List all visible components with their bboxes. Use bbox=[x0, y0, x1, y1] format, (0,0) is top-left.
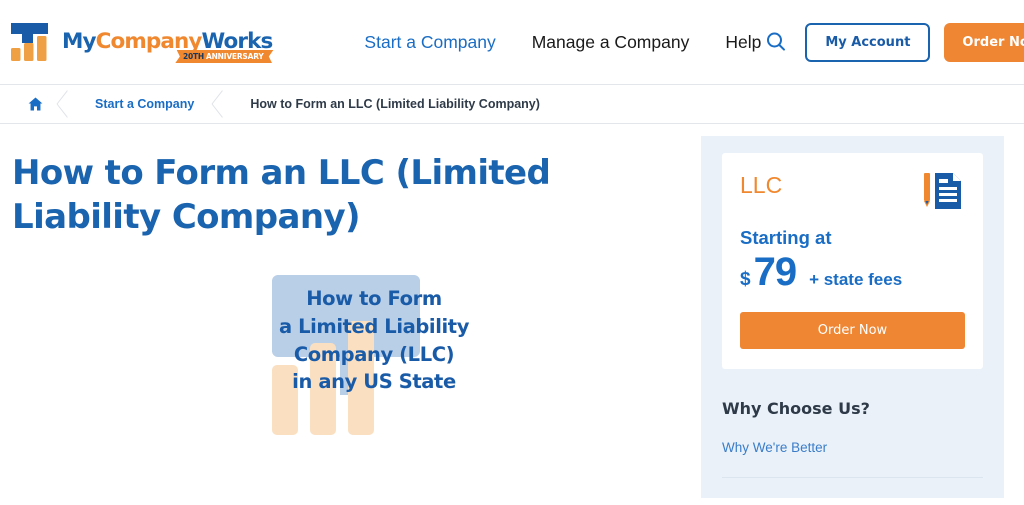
search-button[interactable] bbox=[761, 27, 791, 57]
breadcrumb-link[interactable]: Start a Company bbox=[95, 97, 194, 111]
breadcrumb-item-start-a-company[interactable]: Start a Company bbox=[81, 85, 210, 123]
document-pencil-icon bbox=[924, 173, 961, 209]
ribbon-years: 20TH bbox=[182, 52, 204, 61]
breadcrumb: Start a Company How to Form an LLC (Limi… bbox=[0, 84, 1024, 124]
header-actions: My Account Order Now bbox=[761, 22, 1024, 62]
why-choose-us-heading: Why Choose Us? bbox=[722, 398, 870, 418]
hero-line-2: a Limited Liability bbox=[278, 315, 470, 339]
price-card: LLC Starting at $ 79 + state fees Order … bbox=[722, 153, 983, 369]
logo-word-my: My bbox=[62, 29, 97, 55]
search-icon bbox=[767, 32, 786, 51]
bar-chart-logo-mark bbox=[11, 23, 48, 61]
price-card-header: LLC bbox=[740, 169, 965, 213]
sidebar-divider bbox=[722, 476, 983, 478]
anniversary-ribbon: 20TH ANNIVERSARY bbox=[175, 50, 273, 63]
hero-line-3: Company (LLC) bbox=[293, 342, 455, 366]
my-account-button[interactable]: My Account bbox=[805, 22, 931, 62]
breadcrumb-item-current: How to Form an LLC (Limited Liability Co… bbox=[250, 97, 540, 111]
home-icon bbox=[28, 97, 43, 111]
starting-at-label: Starting at bbox=[740, 227, 832, 248]
hero-illustration: How to Form a Limited Liability Company … bbox=[244, 273, 504, 443]
sidebar: LLC Starting at $ 79 + state fees Order … bbox=[701, 136, 1004, 498]
breadcrumb-separator bbox=[210, 85, 236, 123]
hero-text: How to Form a Limited Liability Company … bbox=[244, 273, 504, 443]
page-title: How to Form an LLC (Limited Liability Co… bbox=[12, 153, 551, 238]
currency-symbol: $ bbox=[740, 268, 751, 290]
site-header: MyCompanyWorks 20TH ANNIVERSARY Start a … bbox=[0, 0, 1024, 84]
price-amount: 79 bbox=[753, 249, 797, 294]
state-fees-note: + state fees bbox=[809, 269, 903, 289]
logo-wordmark: MyCompanyWorks 20TH ANNIVERSARY bbox=[62, 29, 273, 55]
main-navigation: Start a Company Manage a Company Help bbox=[364, 32, 761, 53]
order-now-button-header[interactable]: Order Now bbox=[944, 22, 1024, 62]
nav-item-help[interactable]: Help bbox=[725, 32, 761, 53]
why-were-better-link[interactable]: Why We're Better bbox=[722, 440, 983, 455]
price-row: $ 79 + state fees bbox=[740, 252, 965, 292]
hero-line-4: in any US State bbox=[292, 370, 456, 394]
site-logo[interactable]: MyCompanyWorks 20TH ANNIVERSARY bbox=[10, 21, 273, 63]
page-body: How to Form an LLC (Limited Liability Co… bbox=[0, 124, 1024, 498]
entity-type-label: LLC bbox=[740, 172, 783, 198]
hero-line-1: How to Form bbox=[306, 287, 442, 311]
ribbon-label: ANNIVERSARY bbox=[205, 52, 264, 61]
breadcrumb-home[interactable] bbox=[18, 85, 55, 123]
main-content: How to Form an LLC (Limited Liability Co… bbox=[0, 124, 700, 498]
order-now-button-sidebar[interactable]: Order Now bbox=[740, 311, 965, 349]
nav-item-start-a-company[interactable]: Start a Company bbox=[364, 32, 495, 53]
nav-item-manage-a-company[interactable]: Manage a Company bbox=[532, 32, 690, 53]
breadcrumb-separator bbox=[55, 85, 81, 123]
